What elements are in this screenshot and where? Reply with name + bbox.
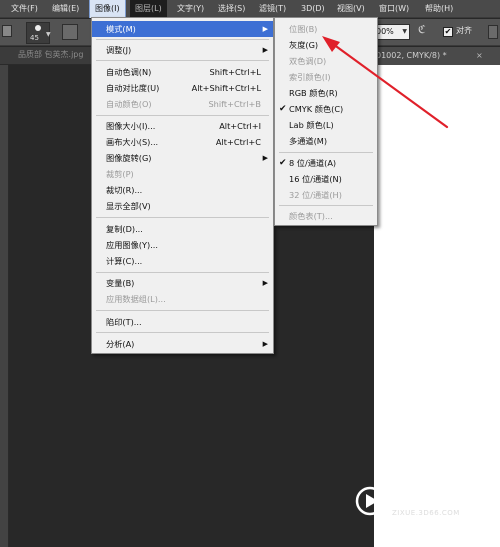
- align-checkbox[interactable]: ✔: [443, 27, 453, 37]
- menu-divider: [96, 310, 269, 311]
- menu-divider: [279, 152, 373, 153]
- menu-divider: [96, 332, 269, 333]
- chevron-down-icon: ▼: [402, 28, 407, 35]
- menu-divider: [96, 60, 269, 61]
- menu-3d[interactable]: 3D(D): [296, 0, 330, 18]
- mode-item-rgb-color[interactable]: RGB 颜色(R): [275, 85, 377, 101]
- menu-item-crop: 裁剪(P): [106, 169, 134, 179]
- mode-item-16bit[interactable]: 16 位/通道(N): [275, 171, 377, 187]
- menu-item-auto-contrast[interactable]: 自动对比度(U) Alt+Shift+Ctrl+L: [92, 80, 273, 96]
- image-menu: 模式(M) ▶ 调整(J) ▶ 自动色调(N) Shift+Ctrl+L 自动对比度(…: [91, 17, 274, 354]
- menu-divider: [96, 39, 269, 40]
- watermark-brand: 溜溜自学: [391, 490, 463, 510]
- brush-panel-toggle-button[interactable]: [62, 24, 78, 40]
- submenu-arrow-icon: ▶: [262, 279, 268, 287]
- menu-item-calculations[interactable]: 计算(C)...: [92, 253, 273, 269]
- mode-item-bitmap: 位图(B): [289, 24, 318, 34]
- submenu-arrow-icon: ▶: [262, 25, 268, 33]
- menu-type[interactable]: 文字(Y): [172, 0, 209, 18]
- menu-filter[interactable]: 滤镜(T): [254, 0, 291, 18]
- menu-item-duplicate[interactable]: 复制(D)...: [92, 221, 273, 237]
- tool-preset-picker[interactable]: [2, 25, 12, 37]
- submenu-arrow-icon: ▶: [262, 340, 268, 348]
- menu-item-image-rotation[interactable]: 图像旋转(G) ▶: [92, 150, 273, 166]
- menu-layer[interactable]: 图层(L): [130, 0, 167, 18]
- menu-item-apply-data-set: 应用数据组(L)...: [106, 294, 166, 304]
- menu-item-mode[interactable]: 模式(M) ▶: [92, 21, 273, 37]
- mode-item-lab-color[interactable]: Lab 颜色(L): [275, 117, 377, 133]
- brush-tip-icon: [35, 25, 41, 31]
- menu-file[interactable]: 文件(F): [6, 0, 43, 18]
- align-label: 对齐: [456, 26, 472, 35]
- tools-panel: [0, 65, 9, 547]
- menu-view[interactable]: 视图(V): [332, 0, 370, 18]
- brush-size-value: 45: [30, 34, 39, 42]
- menu-divider: [96, 272, 269, 273]
- menu-divider: [96, 217, 269, 218]
- play-logo-icon: [355, 486, 385, 516]
- submenu-arrow-icon: ▶: [262, 46, 268, 54]
- check-icon: ✔: [279, 104, 287, 114]
- menu-divider: [96, 115, 269, 116]
- menu-divider: [279, 205, 373, 206]
- menu-item-canvas-size[interactable]: 画布大小(S)... Alt+Ctrl+C: [92, 134, 273, 150]
- watermark-url: ZIXUE.3D66.COM: [392, 509, 460, 517]
- mode-item-multichannel[interactable]: 多通道(M): [275, 133, 377, 149]
- submenu-arrow-icon: ▶: [262, 154, 268, 162]
- sample-layer-button[interactable]: [488, 25, 498, 39]
- chevron-down-icon: ▼: [46, 31, 51, 38]
- menu-image[interactable]: 图像(I): [89, 0, 126, 18]
- menu-item-variables[interactable]: 变量(B) ▶: [92, 275, 273, 291]
- mode-item-color-table: 颜色表(T)...: [289, 211, 333, 221]
- mode-item-32bit: 32 位/通道(H): [289, 190, 342, 200]
- menu-item-auto-tone[interactable]: 自动色调(N) Shift+Ctrl+L: [92, 64, 273, 80]
- menu-window[interactable]: 窗口(W): [374, 0, 414, 18]
- brush-size-picker[interactable]: 45 ▼: [26, 22, 51, 44]
- mode-item-indexed-color: 索引颜色(I): [289, 72, 331, 82]
- tab-document-1[interactable]: 品质部 包英杰.jpg: [18, 49, 83, 60]
- airbrush-icon[interactable]: ℭ: [418, 23, 426, 36]
- mode-item-8bit[interactable]: ✔ 8 位/通道(A): [275, 155, 377, 171]
- menu-item-trap[interactable]: 陷印(T)...: [92, 314, 273, 330]
- close-icon[interactable]: ×: [476, 47, 483, 65]
- watermark: 溜溜自学 ZIXUE.3D66.COM: [355, 482, 495, 526]
- menu-item-trim[interactable]: 裁切(R)...: [92, 182, 273, 198]
- check-icon: ✔: [279, 158, 287, 168]
- menu-item-auto-color: 自动颜色(O) Shift+Ctrl+B: [106, 99, 261, 109]
- mode-item-cmyk-color[interactable]: ✔ CMYK 颜色(C): [275, 101, 377, 117]
- mode-submenu: 位图(B) 灰度(G) 双色调(D) 索引颜色(I) RGB 颜色(R) ✔ CM…: [274, 17, 378, 226]
- document-canvas[interactable]: [374, 65, 500, 547]
- menu-item-reveal-all[interactable]: 显示全部(V): [92, 198, 273, 214]
- opacity-value: 00%: [376, 27, 394, 36]
- menu-item-image-size[interactable]: 图像大小(I)... Alt+Ctrl+I: [92, 118, 273, 134]
- menu-item-adjustments[interactable]: 调整(J) ▶: [92, 42, 273, 58]
- menu-item-analysis[interactable]: 分析(A) ▶: [92, 336, 273, 352]
- menu-help[interactable]: 帮助(H): [420, 0, 458, 18]
- mode-item-duotone: 双色调(D): [289, 56, 327, 66]
- menu-edit[interactable]: 编辑(E): [47, 0, 84, 18]
- mode-item-grayscale[interactable]: 灰度(G): [275, 37, 377, 53]
- menu-select[interactable]: 选择(S): [213, 0, 250, 18]
- menu-bar: 文件(F) 编辑(E) 图像(I) 图层(L) 文字(Y) 选择(S) 滤镜(T…: [0, 0, 500, 18]
- menu-item-apply-image[interactable]: 应用图像(Y)...: [92, 237, 273, 253]
